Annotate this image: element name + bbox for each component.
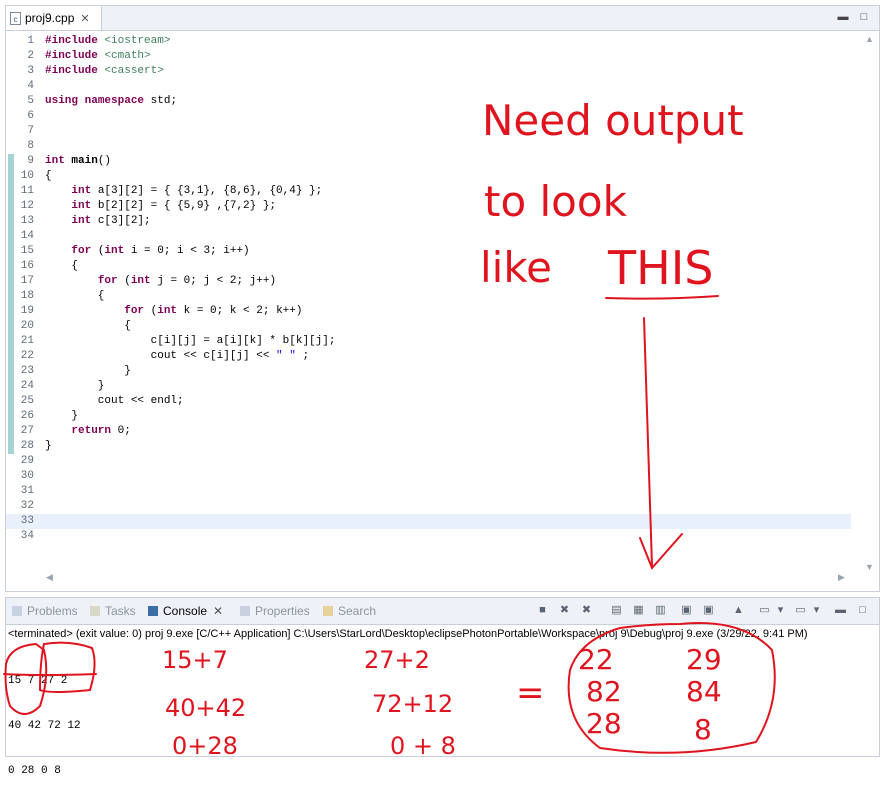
sum-2-1: 27+2	[364, 646, 430, 674]
sum-1-3: 0+28	[172, 732, 238, 759]
result-1-2: 29	[686, 643, 722, 676]
circle-mark	[3, 673, 97, 676]
console-line: 0 28 0 8	[8, 765, 61, 777]
sum-1-1: 15+7	[162, 646, 228, 674]
result-3-2: 8	[694, 713, 712, 746]
sum-1-2: 40+42	[165, 694, 246, 722]
arrow-head	[639, 533, 683, 570]
note-line-3: like	[480, 243, 552, 292]
result-2-2: 84	[686, 675, 722, 708]
note-line-2: to look	[484, 177, 628, 226]
note-emph: THIS	[607, 241, 713, 295]
circle-mark	[38, 641, 96, 693]
sum-2-2: 72+12	[372, 690, 453, 718]
sum-2-3: 0 + 8	[390, 732, 456, 759]
handwritten-annotation: Need output to look like THIS 15+7 40+42…	[3, 96, 776, 759]
note-line-1: Need output	[482, 96, 744, 145]
result-3-1: 28	[586, 707, 622, 740]
equals-sign: =	[516, 673, 545, 713]
arrow-shaft	[643, 317, 653, 567]
underline-stroke	[605, 295, 719, 300]
result-2-1: 82	[586, 675, 622, 708]
